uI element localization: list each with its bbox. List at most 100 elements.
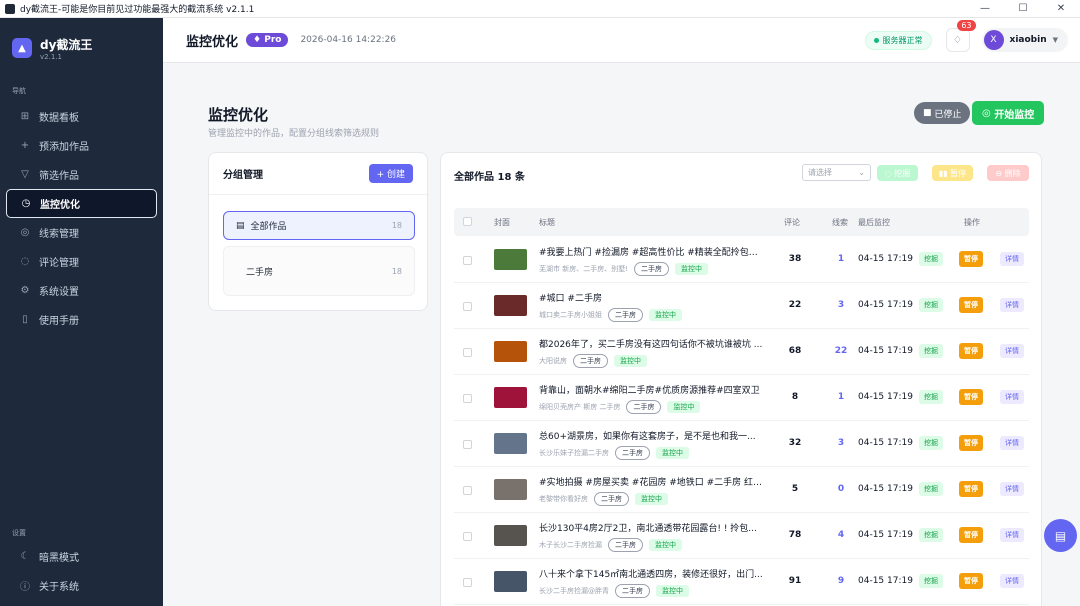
row-checkbox[interactable] [463, 301, 472, 314]
maximize-button[interactable]: ☐ [1004, 3, 1042, 14]
lead-count[interactable]: 22 [826, 346, 856, 356]
group-select[interactable]: 请选择 ⌄ [802, 164, 871, 181]
sidebar-nav: ⊞ 数据看板 + 预添加作品 ▽ 筛选作品 ◷ 监控优化 ◎ 线索管理 ◌ 评论管理 ⚙ 系统… [0, 102, 163, 334]
cover-thumbnail[interactable] [494, 479, 527, 500]
dig-button[interactable]: 挖掘 [919, 252, 943, 266]
work-title[interactable]: 长沙130平4房2厅2卫，南北通透带花园露台! ! 拎包... [539, 521, 764, 534]
work-title[interactable]: 总60+湖景房，如果你有这套房子，是不是也和我一... [539, 429, 764, 442]
dig-button[interactable]: 挖掘 [919, 298, 943, 312]
lead-count[interactable]: 1 [826, 254, 856, 264]
pause-button[interactable]: 暂停 [959, 343, 983, 359]
dig-button[interactable]: 挖掘 [919, 528, 943, 542]
cover-thumbnail[interactable] [494, 387, 527, 408]
dark-mode-toggle[interactable]: ☾ 暗黑模式 [6, 542, 157, 571]
pause-button[interactable]: 暂停 [959, 389, 983, 405]
row-checkbox[interactable] [463, 347, 472, 360]
detail-button[interactable]: 详情 [1000, 344, 1024, 358]
stopped-button[interactable]: ■ 已停止 [914, 102, 971, 124]
category-tag: 二手房 [615, 584, 650, 598]
work-title[interactable]: 都2026年了，买二手房没有这四句话你不被坑谁被坑 ... [539, 337, 764, 350]
app-icon [5, 3, 15, 14]
page-title: 监控优化 [208, 106, 269, 124]
row-checkbox[interactable] [463, 439, 472, 452]
pause-button[interactable]: 暂停 [959, 481, 983, 497]
dig-button[interactable]: 挖掘 [919, 436, 943, 450]
pause-button[interactable]: 暂停 [959, 435, 983, 451]
row-checkbox[interactable] [463, 577, 472, 590]
sidebar-item-manual[interactable]: ▯ 使用手册 [6, 305, 157, 334]
lead-count[interactable]: 4 [826, 530, 856, 540]
document-fab-button[interactable]: ▤ [1044, 519, 1077, 552]
cover-thumbnail[interactable] [494, 571, 527, 592]
cover-thumbnail[interactable] [494, 295, 527, 316]
document-icon: ▤ [236, 220, 245, 231]
work-title[interactable]: #实地拍摄 #房屋买卖 #花园房 #地铁口 #二手房 红高... [539, 475, 764, 488]
lead-count[interactable]: 0 [826, 484, 856, 494]
sidebar-item-label: 线索管理 [39, 229, 79, 240]
detail-button[interactable]: 详情 [1000, 390, 1024, 404]
dig-button[interactable]: 挖掘 [919, 344, 943, 358]
dig-button[interactable]: 挖掘 [919, 574, 943, 588]
sidebar-item-pre-add[interactable]: + 预添加作品 [6, 131, 157, 160]
select-all-checkbox[interactable] [463, 217, 472, 228]
detail-button[interactable]: 详情 [1000, 574, 1024, 588]
sidebar-item-leads[interactable]: ◎ 线索管理 [6, 218, 157, 247]
pause-button[interactable]: 暂停 [959, 251, 983, 267]
cover-thumbnail[interactable] [494, 249, 527, 270]
sidebar-item-label: 使用手册 [39, 316, 79, 327]
start-monitor-button[interactable]: ◎ 开始监控 [972, 101, 1045, 125]
bulk-dig-button[interactable]: ◌ 挖掘 [877, 165, 918, 181]
row-checkbox[interactable] [463, 485, 472, 498]
target-icon: ◎ [20, 227, 30, 238]
settings-section-label: 设置 [12, 529, 26, 537]
sidebar-item-settings[interactable]: ⚙ 系统设置 [6, 276, 157, 305]
pause-button[interactable]: 暂停 [959, 297, 983, 313]
detail-button[interactable]: 详情 [1000, 482, 1024, 496]
cover-thumbnail[interactable] [494, 433, 527, 454]
bulk-pause-button[interactable]: ▮▮ 暂停 [932, 165, 973, 181]
bulk-delete-button[interactable]: ⊖ 删除 [987, 165, 1029, 181]
row-checkbox[interactable] [463, 531, 472, 544]
detail-button[interactable]: 详情 [1000, 436, 1024, 450]
detail-button[interactable]: 详情 [1000, 252, 1024, 266]
comment-count: 38 [788, 254, 802, 264]
group-count: 18 [391, 266, 402, 276]
work-title[interactable]: #我要上热门 #捡漏房 #超高性价比 #精装全配拎包入... [539, 245, 764, 258]
user-menu[interactable]: X xiaobin ▼ [981, 28, 1068, 52]
pause-button[interactable]: 暂停 [959, 527, 983, 543]
detail-button[interactable]: 详情 [1000, 298, 1024, 312]
detail-button[interactable]: 详情 [1000, 528, 1024, 542]
comment-count: 22 [788, 300, 802, 310]
sidebar-item-filter[interactable]: ▽ 筛选作品 [6, 160, 157, 189]
sidebar-item-comments[interactable]: ◌ 评论管理 [6, 247, 157, 276]
play-icon: ◎ [982, 107, 995, 119]
sidebar-item-dashboard[interactable]: ⊞ 数据看板 [6, 102, 157, 131]
lead-count[interactable]: 9 [826, 576, 856, 586]
minimize-button[interactable]: — [966, 3, 1004, 14]
sidebar-item-about[interactable]: ⓘ 关于系统 [6, 571, 157, 600]
row-checkbox[interactable] [463, 255, 472, 268]
cover-thumbnail[interactable] [494, 525, 527, 546]
category-tag: 二手房 [573, 354, 608, 368]
dig-button[interactable]: 挖掘 [919, 390, 943, 404]
work-title[interactable]: 八十来个拿下145㎡南北通透四房，装修还很好，出门... [539, 567, 764, 580]
bulk-delete-label: 删除 [1004, 168, 1021, 178]
work-title[interactable]: 背靠山，面朝水#绵阳二手房#优质房源推荐#四室双卫 [539, 383, 764, 396]
lead-count[interactable]: 1 [826, 392, 856, 402]
work-title[interactable]: #城口 #二手房 [539, 291, 764, 304]
create-group-button[interactable]: + 创建 [368, 164, 413, 183]
category-tag: 二手房 [608, 538, 643, 552]
close-button[interactable]: ✕ [1042, 3, 1080, 14]
sidebar-item-monitor[interactable]: ◷ 监控优化 [6, 189, 157, 218]
row-checkbox[interactable] [463, 393, 472, 406]
pro-badge: ♦ Pro [246, 33, 289, 47]
stop-icon: ■ [923, 108, 935, 118]
pause-button[interactable]: 暂停 [959, 573, 983, 589]
notification-button[interactable]: ♢ 63 [945, 20, 976, 52]
dig-button[interactable]: 挖掘 [919, 482, 943, 496]
cover-thumbnail[interactable] [494, 341, 527, 362]
lead-count[interactable]: 3 [826, 438, 856, 448]
group-item-secondhand[interactable]: 二手房 18 [223, 246, 415, 296]
group-item-all[interactable]: ▤ 全部作品 18 [223, 211, 415, 240]
lead-count[interactable]: 3 [826, 300, 856, 310]
